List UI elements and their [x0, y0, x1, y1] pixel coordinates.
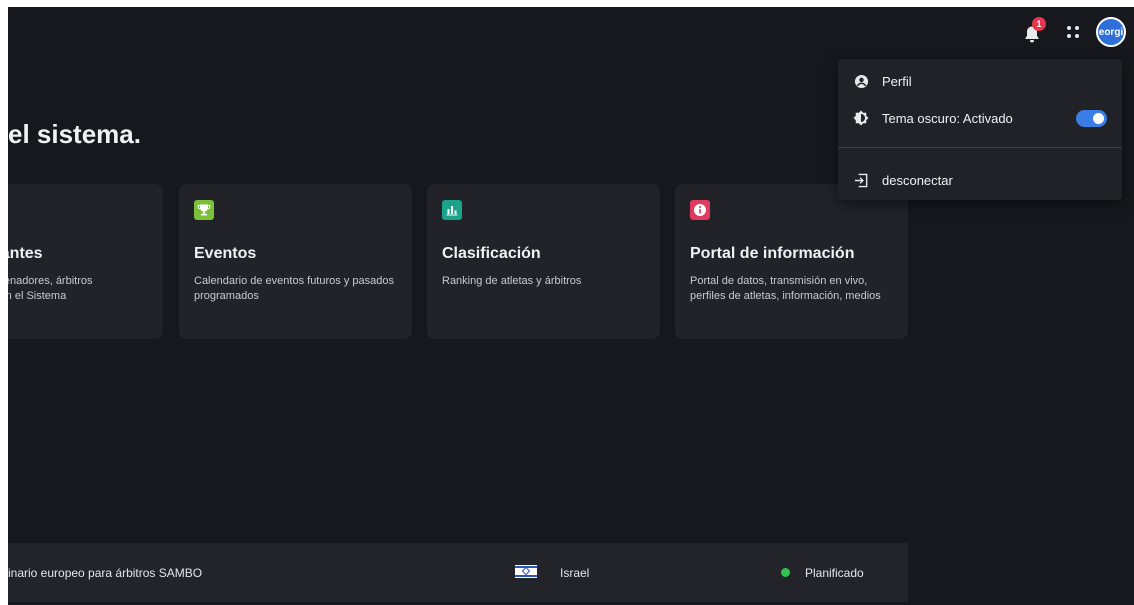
status-dot-icon: [781, 568, 790, 577]
toggle-knob: [1093, 113, 1104, 124]
menu-item-profile[interactable]: Perfil: [838, 66, 1122, 96]
logout-icon: [853, 172, 869, 188]
table-row[interactable]: inario europeo para árbitros SAMBO Israe…: [8, 543, 908, 602]
avatar-text: eorgi: [1098, 26, 1124, 38]
menu-item-label: desconectar: [882, 172, 953, 188]
card-description: ntrenadores, árbitros s en el Sistema: [8, 274, 153, 304]
card-events[interactable]: Eventos Calendario de eventos futuros y …: [179, 184, 412, 339]
israel-flag-icon: [515, 565, 537, 578]
user-circle-icon: [853, 73, 869, 89]
bar-chart-icon: [442, 200, 462, 220]
card-info-portal[interactable]: Portal de información Portal de datos, t…: [675, 184, 908, 339]
menu-item-label: Tema oscuro: Activado: [882, 110, 1013, 126]
avatar[interactable]: eorgi: [1096, 17, 1126, 47]
menu-item-logout[interactable]: desconectar: [838, 165, 1122, 195]
user-menu: Perfil Tema oscuro: Activado desconectar: [838, 59, 1122, 200]
card-title: Clasificación: [442, 245, 541, 262]
menu-item-dark-theme[interactable]: Tema oscuro: Activado: [838, 103, 1122, 133]
theme-icon: [853, 110, 869, 126]
card-description: Portal de datos, transmisión en vivo, pe…: [690, 275, 881, 302]
trophy-icon: [194, 200, 214, 220]
card-title: Eventos: [194, 245, 257, 262]
card-ranking[interactable]: Clasificación Ranking de atletas y árbit…: [427, 184, 660, 339]
notifications-button[interactable]: 1: [1022, 17, 1046, 45]
notification-badge: 1: [1032, 17, 1046, 31]
card-participants[interactable]: pantes ntrenadores, árbitros s en el Sis…: [8, 184, 163, 339]
card-title: pantes: [8, 245, 43, 262]
topbar-actions: 1 eorgi: [1022, 17, 1126, 47]
event-name: inario europeo para árbitros SAMBO: [8, 566, 203, 580]
menu-divider: [838, 147, 1122, 148]
app-window: 1 eorgi el sistema. pantes ntrenadores, …: [8, 7, 1134, 605]
info-icon: [690, 200, 710, 220]
page-heading: el sistema.: [8, 119, 141, 149]
card-description: Ranking de atletas y árbitros: [442, 275, 582, 287]
event-country: Israel: [560, 566, 590, 580]
card-description-line: ntrenadores, árbitros: [8, 275, 93, 287]
dark-theme-toggle[interactable]: [1076, 110, 1107, 127]
card-title: Portal de información: [690, 245, 855, 262]
status-badge: Planificado: [805, 566, 864, 580]
card-description: Calendario de eventos futuros y pasados …: [194, 275, 394, 302]
apps-grid-icon[interactable]: [1066, 25, 1080, 39]
card-description-line: s en el Sistema: [8, 289, 67, 302]
menu-item-label: Perfil: [882, 73, 912, 89]
